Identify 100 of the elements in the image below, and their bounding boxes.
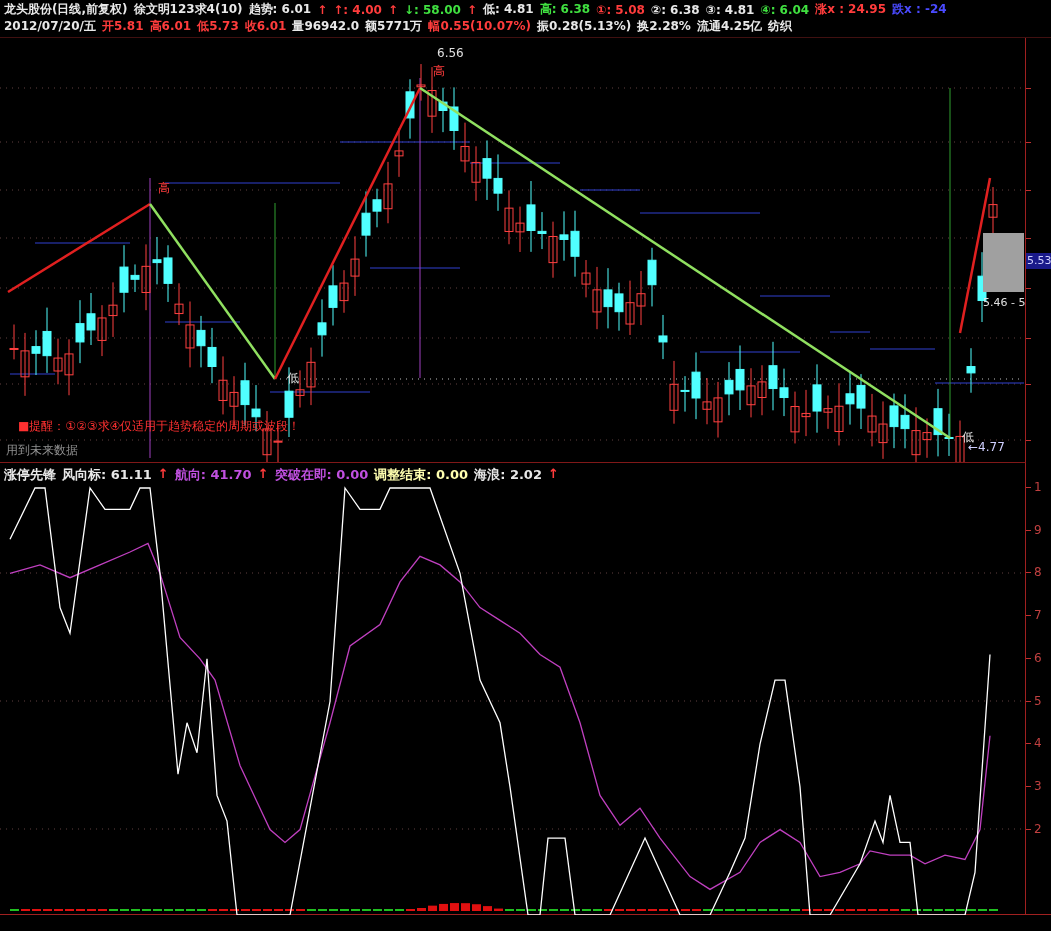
candlestick xyxy=(779,368,789,417)
candlestick xyxy=(97,304,107,357)
candlestick xyxy=(328,264,338,326)
candlestick xyxy=(152,236,162,285)
candlestick xyxy=(64,338,74,396)
axis-label: 7 xyxy=(1034,608,1042,623)
quote-text: ↑ xyxy=(387,2,398,17)
level-line xyxy=(9,373,56,375)
axis-label: 4 xyxy=(1034,736,1042,751)
warning-text: 用到未来数据 xyxy=(6,443,78,457)
quote-text: 低: 4.81 xyxy=(483,1,534,18)
candlestick xyxy=(207,327,217,384)
indicator-text: 突破在即: 0.00 xyxy=(274,466,369,484)
candlestick xyxy=(339,269,349,314)
reminder-text: ■提醒：①②③求④仅适用于趋势稳定的周期或波段！ xyxy=(18,419,301,433)
quote-text: ②: 6.38 xyxy=(650,2,700,17)
quote-text: 徐文明123求4(10) xyxy=(133,1,243,18)
quote-text: 涨x : 24.95 xyxy=(815,1,887,18)
candlestick xyxy=(724,361,734,416)
quote-text: 龙头股份(日线,前复权) xyxy=(4,1,128,18)
indicator-text: 风向标: 61.11 xyxy=(62,466,152,484)
candlestick xyxy=(911,406,921,462)
indicator-text: 调整结束: 0.00 xyxy=(374,466,469,484)
candlestick xyxy=(735,345,745,411)
price-tag: 5.53 xyxy=(1026,253,1051,269)
quote-text: 收6.01 xyxy=(244,18,287,35)
candlestick xyxy=(625,280,635,336)
quote-text: 趋势: 6.01 xyxy=(248,1,312,18)
peak-price-label: 6.56 xyxy=(437,46,464,60)
candlestick xyxy=(504,189,514,245)
candlestick xyxy=(658,314,668,360)
quote-text: 跌x : -24 xyxy=(892,1,947,18)
candlestick xyxy=(647,247,657,307)
candlestick xyxy=(108,281,118,338)
low-marker: 低 xyxy=(962,430,974,444)
quote-text: ①: 5.08 xyxy=(596,2,645,17)
axis-label: 6 xyxy=(1034,650,1042,665)
level-line xyxy=(869,348,936,350)
candlestick xyxy=(867,393,877,447)
indicator-text: ↑ xyxy=(257,466,269,483)
quote-text: 高: 6.38 xyxy=(539,1,591,18)
candlestick xyxy=(317,298,327,358)
range-label: 5.46 - 5 xyxy=(983,296,1026,310)
candlestick xyxy=(603,267,613,329)
axis-label: 8 xyxy=(1034,565,1042,580)
level-line xyxy=(759,295,831,297)
candlestick xyxy=(163,244,173,303)
candlestick xyxy=(53,338,63,385)
quote-text: 换2.28% xyxy=(637,18,691,35)
indicator-text: 涨停先锋 xyxy=(4,466,56,484)
indicator-text: 航向: 41.70 xyxy=(174,466,252,484)
candlestick xyxy=(845,371,855,426)
level-line xyxy=(579,189,641,191)
low-marker: 低 xyxy=(287,371,299,385)
level-line xyxy=(829,331,871,333)
candlestick xyxy=(713,381,723,438)
candlestick xyxy=(75,299,85,364)
quote-text: ↑ xyxy=(466,2,478,17)
quote-text: 振0.28(5.13%) xyxy=(537,18,632,35)
candlestick xyxy=(878,400,888,460)
quote-text: 2012/07/20/五 xyxy=(4,18,96,35)
candlestick xyxy=(196,315,206,368)
axis-label: 5 xyxy=(1034,693,1042,708)
candlestick xyxy=(350,235,360,297)
quote-text: 开5.81 xyxy=(101,18,144,35)
candlestick xyxy=(966,347,976,394)
axis-label: 1 xyxy=(1034,480,1042,494)
quote-text: 纺织 xyxy=(768,18,793,35)
quote-text: 流通4.25亿 xyxy=(696,18,763,35)
candlestick xyxy=(790,391,800,444)
axis-label: 3 xyxy=(1034,778,1042,793)
indicator-text: 海浪: 2.02 xyxy=(474,466,542,484)
quote-text: ④: 6.04 xyxy=(760,2,810,17)
high-marker: 高 xyxy=(158,181,170,195)
candlestick xyxy=(559,210,569,262)
indicator-text: ↑ xyxy=(547,466,559,483)
candlestick xyxy=(768,341,778,411)
quote-text: ③: 4.81 xyxy=(705,2,755,17)
quote-text: 额5771万 xyxy=(365,18,423,35)
quote-text: 幅0.55(10.07%) xyxy=(428,18,531,35)
candlestick xyxy=(218,355,228,415)
quote-text: 低5.73 xyxy=(197,18,239,35)
quote-text: 高6.01 xyxy=(149,18,192,35)
quote-text: 量96942.0 xyxy=(292,18,360,35)
quote-text: ↓: 58.00 xyxy=(403,2,461,17)
candlestick xyxy=(42,307,52,374)
candlestick xyxy=(493,153,503,212)
price-range-box xyxy=(983,233,1024,292)
candlestick xyxy=(471,145,481,202)
candlestick xyxy=(746,367,756,418)
candlestick xyxy=(900,393,910,449)
quote-text: ↑: 4.00 xyxy=(333,2,382,17)
indicator-text: ↑ xyxy=(157,466,169,483)
candlestick xyxy=(449,86,459,151)
candlestick xyxy=(757,364,767,416)
axis-label: 2 xyxy=(1034,821,1042,836)
candlestick xyxy=(889,393,899,449)
candlestick xyxy=(460,122,470,173)
quote-text: ↑ xyxy=(317,2,328,17)
candlestick xyxy=(636,270,646,326)
